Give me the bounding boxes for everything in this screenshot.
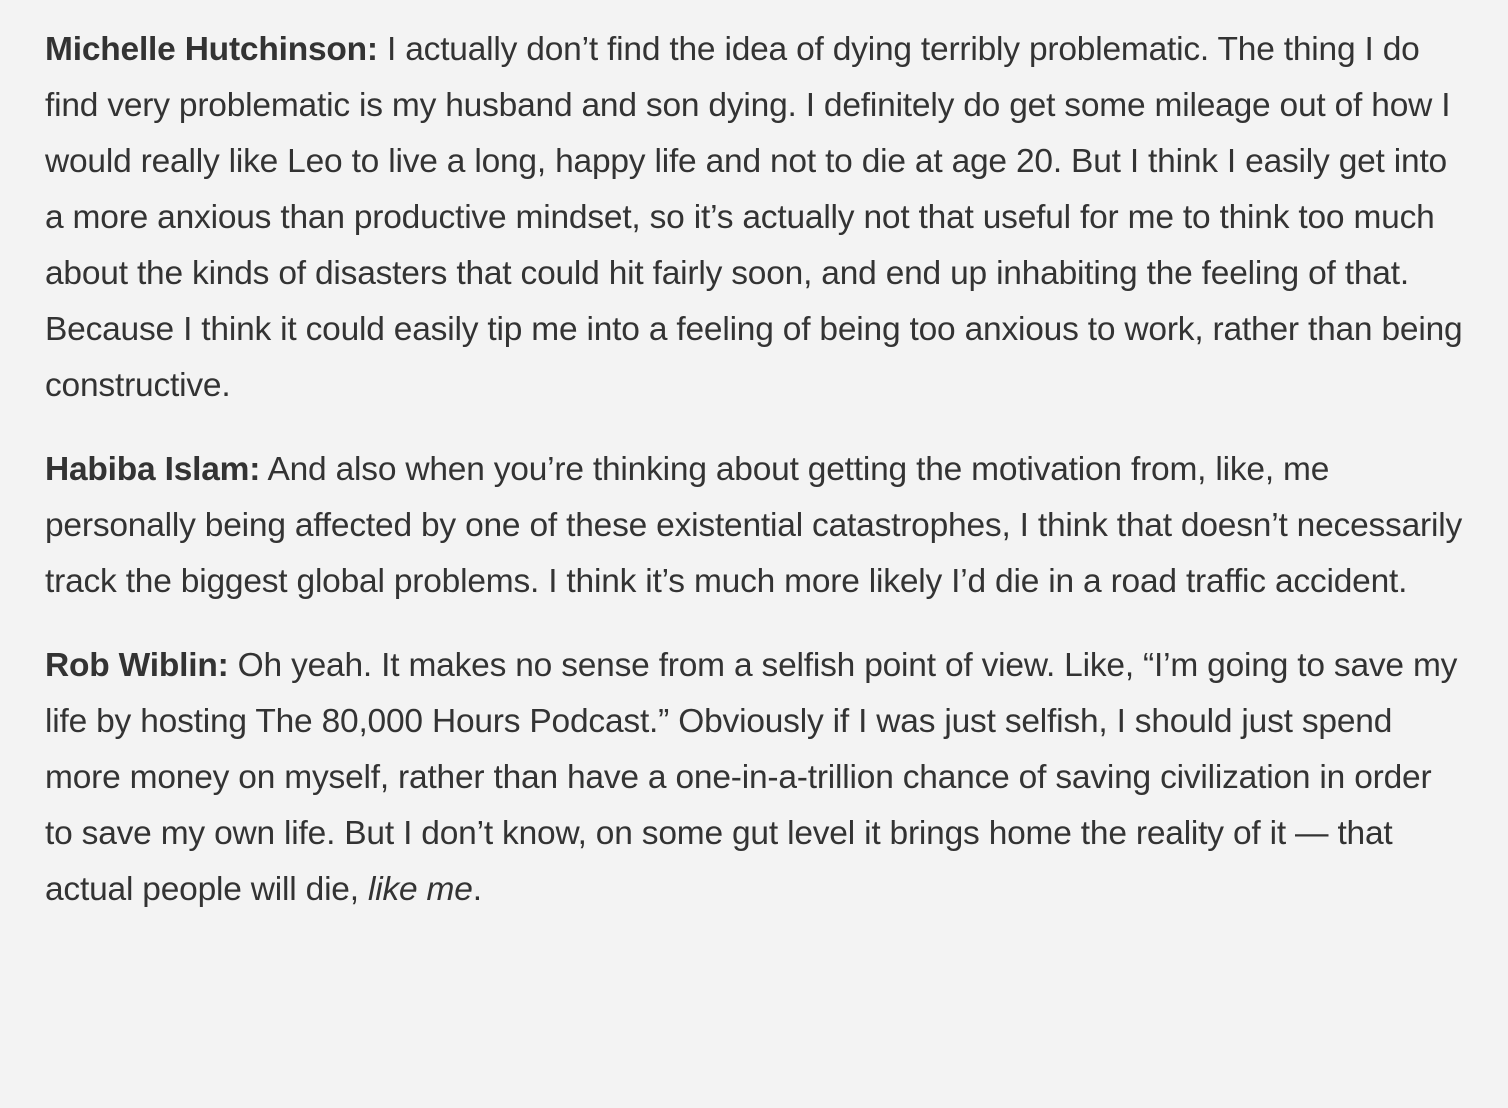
transcript-paragraph-rob: Rob Wiblin: Oh yeah. It makes no sense f… [45,638,1468,918]
speaker-name: Habiba Islam: [45,451,261,488]
transcript-page: Michelle Hutchinson: I actually don’t fi… [0,0,1508,1108]
speaker-name: Rob Wiblin: [45,647,229,684]
speaker-name: Michelle Hutchinson: [45,31,378,68]
speech-text: I actually don’t find the idea of dying … [45,31,1463,404]
emphasized-text: like me [367,871,473,908]
transcript-paragraph-habiba: Habiba Islam: And also when you’re think… [45,442,1468,610]
speech-text-tail: . [472,871,482,908]
transcript-paragraph-michelle: Michelle Hutchinson: I actually don’t fi… [45,22,1468,414]
speech-text: Oh yeah. It makes no sense from a selfis… [45,647,1458,908]
